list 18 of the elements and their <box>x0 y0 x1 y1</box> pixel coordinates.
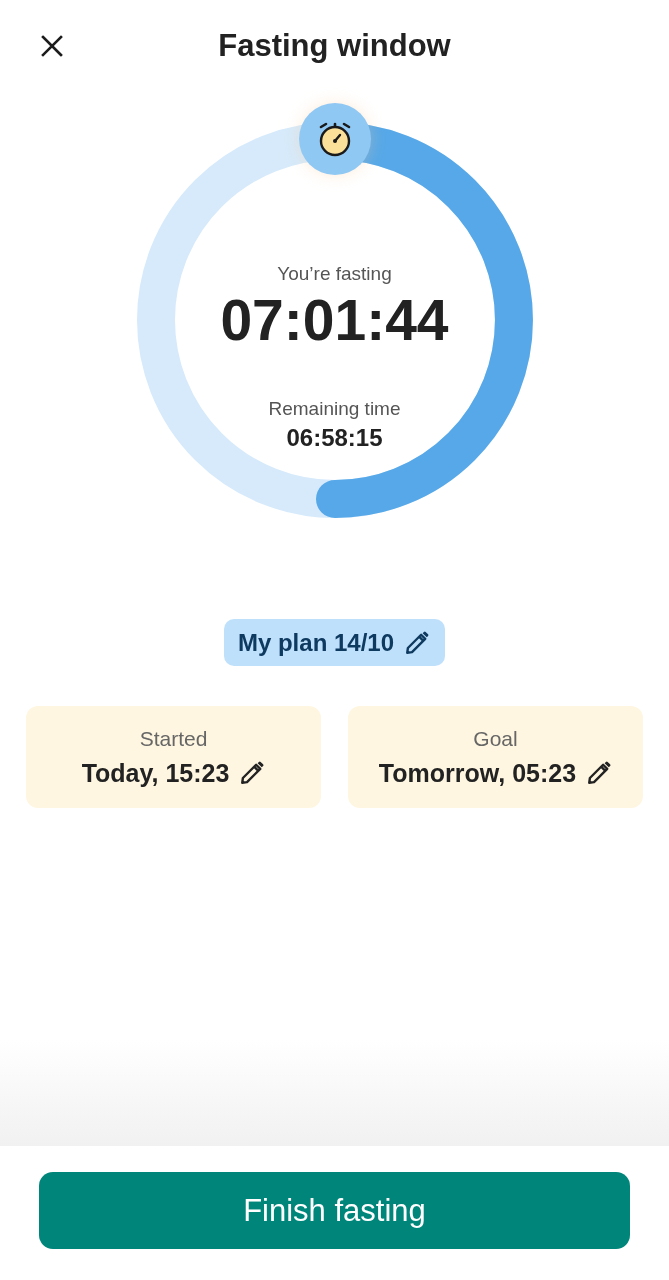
pencil-icon <box>404 629 431 656</box>
time-value: Today, 15:23 <box>81 758 230 788</box>
plan-button[interactable]: My plan 14/10 <box>223 619 446 666</box>
time-value: Tomorrow, 05:23 <box>378 758 577 788</box>
time-label: Started <box>139 726 208 752</box>
fasting-status: You’re fasting <box>277 262 392 286</box>
remaining-time: 06:58:15 <box>286 424 383 452</box>
pencil-icon[interactable] <box>586 760 613 786</box>
finish-button[interactable]: Finish fasting <box>39 1172 630 1249</box>
time-label: Goal <box>473 726 518 752</box>
close-icon <box>41 35 63 57</box>
pencil-icon[interactable] <box>239 760 266 786</box>
window-title: Fasting window <box>218 28 451 64</box>
time-card[interactable]: Goal Tomorrow, 05:23 <box>348 706 643 808</box>
remaining-label: Remaining time <box>268 397 401 421</box>
stopwatch-icon <box>298 103 371 175</box>
time-card[interactable]: Started Today, 15:23 <box>26 706 321 808</box>
elapsed-time: 07:01:44 <box>220 288 449 352</box>
